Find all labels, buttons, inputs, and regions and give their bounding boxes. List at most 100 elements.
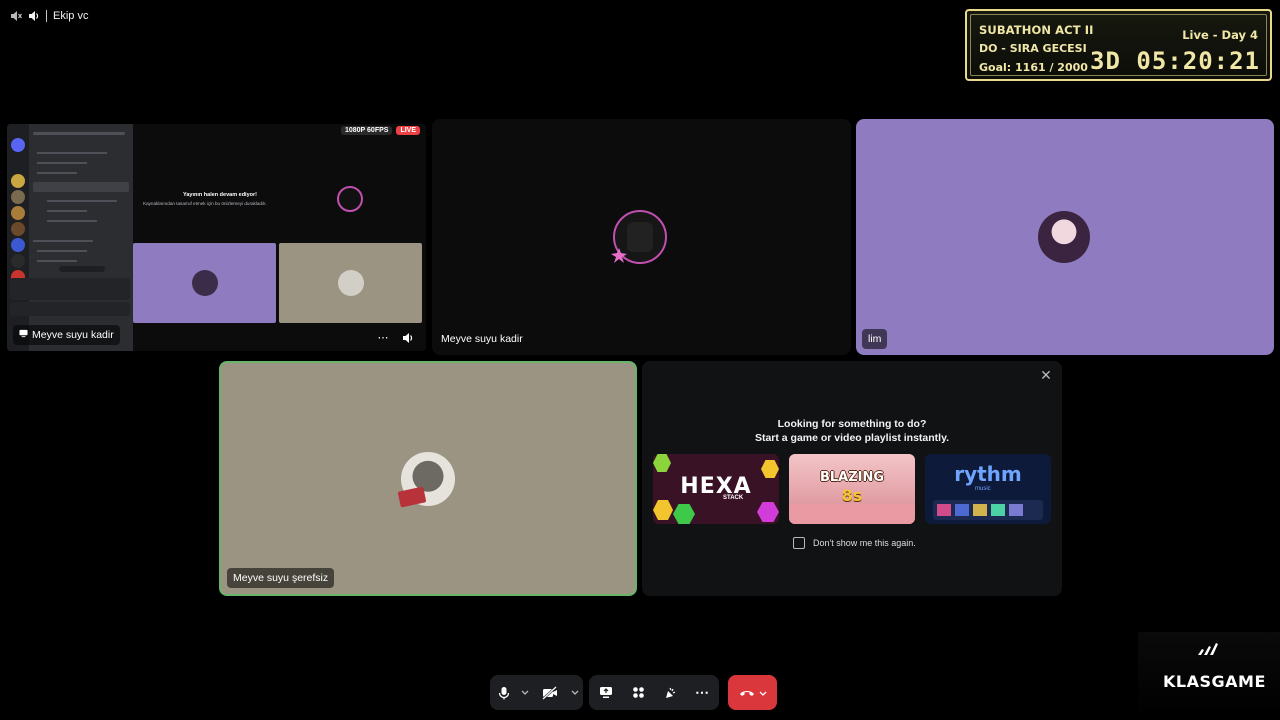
thumbnail xyxy=(1009,504,1023,516)
camera-button[interactable] xyxy=(532,675,568,710)
camera-options-button[interactable] xyxy=(568,675,582,710)
divider xyxy=(46,10,47,22)
activity-card-blazing[interactable]: BLAZING 8s xyxy=(789,454,915,524)
participant-tile-speaking[interactable]: Meyve suyu şerefsiz xyxy=(219,361,637,596)
card-subtitle: 8s xyxy=(841,486,863,505)
participant-tile[interactable]: Meyve suyu kadir xyxy=(432,119,851,355)
card-ground xyxy=(789,504,915,524)
speaker-icon[interactable] xyxy=(28,10,40,22)
avatar xyxy=(338,270,364,296)
participant-name-tag: Meyve suyu kadir xyxy=(13,325,120,345)
shared-tile-purple xyxy=(133,243,276,323)
shared-text-line xyxy=(37,152,107,154)
channel-header: Ekip vc xyxy=(10,8,88,24)
shared-voice-panel xyxy=(10,278,130,300)
activities-button[interactable] xyxy=(623,675,653,710)
card-title: HEXA xyxy=(680,474,752,499)
subathon-overlay: SUBATHON ACT II DO - SIRA GECESI Goal: 1… xyxy=(965,9,1272,81)
card-title: rythm xyxy=(954,462,1022,486)
paused-preview-body: Kaynaklarından tasarruf etmek için bu ön… xyxy=(143,201,267,206)
volume-icon[interactable] xyxy=(402,331,414,349)
close-icon[interactable]: ✕ xyxy=(1038,367,1054,383)
participant-name-tag: Meyve suyu şerefsiz xyxy=(227,568,335,588)
shared-text-line xyxy=(37,162,87,164)
activity-heading-line1: Looking for something to do? xyxy=(777,418,927,430)
thumbnail xyxy=(937,504,951,516)
shared-avatar xyxy=(337,186,363,212)
server-icon xyxy=(11,174,25,188)
shared-text-line xyxy=(47,200,117,202)
activity-suggestion-panel: ✕ Looking for something to do? Start a g… xyxy=(642,361,1062,596)
participant-tile[interactable]: lim xyxy=(856,119,1274,355)
hex-tile xyxy=(653,500,673,520)
shared-sidebar xyxy=(7,124,133,351)
activities-icon xyxy=(632,686,645,699)
server-icon xyxy=(11,254,25,268)
participant-name-tag: lim xyxy=(862,329,888,349)
activity-heading-line2: Start a game or video playlist instantly… xyxy=(754,432,950,444)
shared-tile-beige xyxy=(279,243,422,323)
server-icon xyxy=(11,190,25,204)
share-screen-button[interactable] xyxy=(589,675,623,710)
chevron-down-icon xyxy=(521,690,529,696)
shared-text-line xyxy=(47,210,87,212)
camera-off-icon xyxy=(542,685,558,700)
microphone-icon xyxy=(498,686,510,700)
logo-icon xyxy=(1196,642,1218,661)
more-options-icon: ⋯ xyxy=(695,684,709,700)
activity-controls: ⋯ xyxy=(589,675,719,710)
card-subtitle: STACK xyxy=(723,495,744,501)
shared-text-line xyxy=(37,172,77,174)
quality-badge: 1080P 60FPS xyxy=(340,126,393,135)
shared-text-line xyxy=(33,132,125,135)
checkbox[interactable] xyxy=(793,537,805,549)
shared-pill xyxy=(59,266,105,272)
watermark-part: KLAS xyxy=(1163,672,1212,691)
participant-name: Meyve suyu kadir xyxy=(32,329,114,341)
thumbnail xyxy=(991,504,1005,516)
stream-badges: 1080P 60FPS LIVE xyxy=(340,126,420,135)
thumbnail xyxy=(973,504,987,516)
participant-name: Meyve suyu kadir xyxy=(441,333,523,345)
subathon-title: SUBATHON ACT II xyxy=(979,23,1094,37)
more-options-button[interactable]: ⋯ xyxy=(687,675,717,710)
screen-share-icon xyxy=(19,325,28,345)
dont-show-again-checkbox[interactable]: Don't show me this again. xyxy=(793,537,916,549)
server-icon xyxy=(11,206,25,220)
avatar-decoration-icon xyxy=(610,247,628,263)
card-preview xyxy=(933,500,1043,520)
hang-up-icon xyxy=(739,684,755,702)
shared-voice-controls xyxy=(10,302,130,316)
participant-name: Meyve suyu şerefsiz xyxy=(233,572,329,584)
hex-tile xyxy=(653,454,671,472)
chevron-down-icon xyxy=(571,690,579,696)
watermark-logo-text: KLASGAME xyxy=(1163,672,1266,691)
speaker-muted-icon[interactable] xyxy=(10,10,22,22)
microphone-button[interactable] xyxy=(490,675,518,710)
screen-share-icon xyxy=(599,686,613,699)
thumbnail xyxy=(955,504,969,516)
microphone-options-button[interactable] xyxy=(518,675,532,710)
subathon-subtitle: DO - SIRA GECESI xyxy=(979,42,1087,55)
server-icon xyxy=(11,222,25,236)
shared-active-channel xyxy=(33,182,129,192)
card-title: BLAZING xyxy=(819,470,885,485)
avatar-figure xyxy=(627,222,653,252)
soundboard-button[interactable] xyxy=(653,675,687,710)
disconnect-button[interactable] xyxy=(728,675,777,710)
screen-share-tile[interactable]: 1080P 60FPS LIVE Yayının halen devam edi… xyxy=(7,124,426,351)
subathon-timer: 3D 05:20:21 xyxy=(1090,47,1260,75)
hex-tile xyxy=(757,502,779,522)
participant-name-tag: Meyve suyu kadir xyxy=(435,329,529,349)
chevron-down-icon[interactable] xyxy=(759,684,767,702)
channel-name: Ekip vc xyxy=(53,10,89,22)
shared-text-line xyxy=(47,220,97,222)
live-badge: LIVE xyxy=(396,126,420,135)
server-icon xyxy=(11,238,25,252)
participant-name: lim xyxy=(868,333,882,345)
paused-preview-title: Yayının halen devam ediyor! xyxy=(183,192,257,198)
activity-card-rythm[interactable]: rythm music xyxy=(925,454,1051,524)
more-options-icon[interactable]: ⋯ xyxy=(376,331,390,345)
shared-text-line xyxy=(33,240,93,242)
activity-card-hexa[interactable]: HEXA STACK xyxy=(653,454,779,524)
